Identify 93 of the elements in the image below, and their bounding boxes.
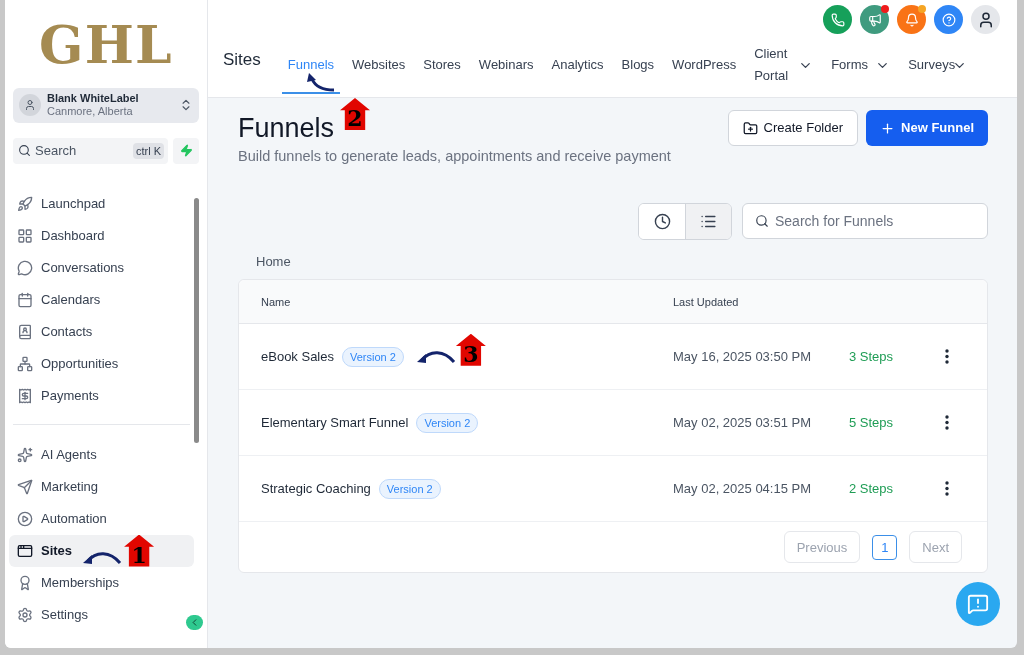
support-chat-button[interactable] xyxy=(956,582,1000,626)
steps-count: 3 Steps xyxy=(849,347,895,366)
sidebar-item[interactable]: Dashboard xyxy=(9,219,194,252)
curved-arrow xyxy=(304,72,335,92)
quick-action-button[interactable] xyxy=(173,137,199,164)
sidebar-item[interactable]: AI Agents xyxy=(9,438,194,471)
sidebar-item[interactable]: Memberships xyxy=(9,566,194,599)
sparkles-icon xyxy=(17,446,33,463)
browser-window-icon xyxy=(17,542,33,559)
callout-marker: 3 xyxy=(455,333,486,366)
grid-icon xyxy=(17,227,33,244)
section-title: Sites xyxy=(223,48,261,71)
rocket-icon xyxy=(17,195,33,212)
funnel-search-field[interactable]: Search for Funnels xyxy=(742,202,988,239)
last-updated-cell: May 16, 2025 03:50 PM xyxy=(673,347,813,366)
sidebar-item[interactable]: Conversations xyxy=(9,251,194,284)
row-menu-button[interactable] xyxy=(945,481,949,497)
nav-tab[interactable]: Surveys xyxy=(902,38,974,94)
play-circle-icon xyxy=(17,510,33,527)
help-icon xyxy=(941,12,956,27)
chat-alert-icon xyxy=(967,593,989,615)
account-name: Blank WhiteLabel xyxy=(47,91,140,106)
account-switcher[interactable]: Blank WhiteLabel Canmore, Alberta xyxy=(13,88,199,123)
last-updated-cell: May 02, 2025 04:15 PM xyxy=(673,479,813,498)
award-icon xyxy=(17,574,33,591)
search-icon xyxy=(755,213,769,228)
paper-plane-icon xyxy=(17,478,33,495)
bell-icon xyxy=(904,12,919,27)
page-title: Funnels xyxy=(238,112,335,145)
contact-book-icon xyxy=(17,323,33,340)
sidebar-item[interactable]: Settings xyxy=(9,598,194,631)
create-folder-button[interactable]: Create Folder xyxy=(727,110,859,146)
row-menu-button[interactable] xyxy=(945,415,949,431)
clock-icon xyxy=(653,212,671,230)
sidebar-item[interactable]: Calendars xyxy=(9,283,194,316)
nav-tab[interactable]: Websites xyxy=(346,38,412,94)
last-updated-cell: May 02, 2025 03:51 PM xyxy=(673,413,813,432)
search-icon xyxy=(18,143,31,157)
header-action-button[interactable] xyxy=(934,5,963,34)
page-subtitle: Build funnels to generate leads, appointments and receive payment xyxy=(238,147,671,166)
more-icon xyxy=(945,481,949,497)
folder-plus-icon xyxy=(742,120,758,136)
sidebar-item[interactable]: Sites 1 xyxy=(9,534,194,567)
page-button[interactable]: 1 xyxy=(872,534,898,560)
column-header: Last Updated xyxy=(673,294,739,310)
sidebar-item[interactable]: Contacts xyxy=(9,315,194,348)
view-toggle-button[interactable] xyxy=(685,203,731,239)
version-tag: Version 2 xyxy=(416,412,479,433)
callout-marker: 1 xyxy=(124,534,155,567)
user-avatar[interactable] xyxy=(971,5,1000,34)
new-funnel-button[interactable]: New Funnel xyxy=(866,110,988,146)
nav-tab[interactable]: Stores xyxy=(417,38,467,94)
funnel-name[interactable]: eBook Sales xyxy=(261,347,334,367)
calendar-icon xyxy=(17,291,33,308)
more-icon xyxy=(945,349,949,365)
lightning-icon xyxy=(179,144,193,158)
nav-tab[interactable]: Client Portal xyxy=(748,38,820,94)
sidebar-item[interactable]: Payments xyxy=(9,379,194,412)
chat-bubble-icon xyxy=(17,259,33,276)
funnel-name[interactable]: Strategic Coaching xyxy=(261,479,371,499)
row-menu-button[interactable] xyxy=(945,349,949,365)
nav-tab[interactable]: Webinars xyxy=(472,38,540,94)
collapse-button[interactable] xyxy=(186,614,203,630)
nav-tab[interactable]: Blogs xyxy=(615,38,661,94)
header-action-button[interactable] xyxy=(897,5,926,34)
sidebar-item[interactable]: Launchpad xyxy=(9,187,194,220)
network-icon xyxy=(17,355,33,372)
nav-tab[interactable]: Funnels xyxy=(281,38,341,94)
column-header: Name xyxy=(261,294,292,310)
version-tag: Version 2 xyxy=(378,478,441,499)
phone-icon xyxy=(830,12,845,27)
funnel-name[interactable]: Elementary Smart Funnel xyxy=(261,413,409,433)
steps-count: 2 Steps xyxy=(849,479,895,498)
steps-count: 5 Steps xyxy=(849,413,895,432)
location-avatar-icon xyxy=(19,94,41,117)
breadcrumb: Home xyxy=(256,252,291,271)
header-action-button[interactable] xyxy=(860,5,889,34)
logo: GHL xyxy=(39,14,173,76)
nav-tab[interactable]: Forms xyxy=(825,38,897,94)
sidebar-item[interactable]: Opportunities xyxy=(9,347,194,380)
account-location: Canmore, Alberta xyxy=(47,105,134,119)
nav-tab[interactable]: WordPress xyxy=(666,38,743,94)
settings-icon xyxy=(17,606,33,623)
megaphone-icon xyxy=(867,12,882,27)
more-icon xyxy=(945,415,949,431)
sidebar-item[interactable]: Marketing xyxy=(9,470,194,503)
receipt-icon xyxy=(17,387,33,404)
plus-icon xyxy=(880,120,896,136)
header-action-button[interactable] xyxy=(823,5,852,34)
version-tag: Version 2 xyxy=(342,346,404,367)
sidebar-item[interactable]: Automation xyxy=(9,502,194,535)
callout-marker: 2 xyxy=(340,98,370,130)
nav-tab[interactable]: Analytics xyxy=(545,38,610,94)
